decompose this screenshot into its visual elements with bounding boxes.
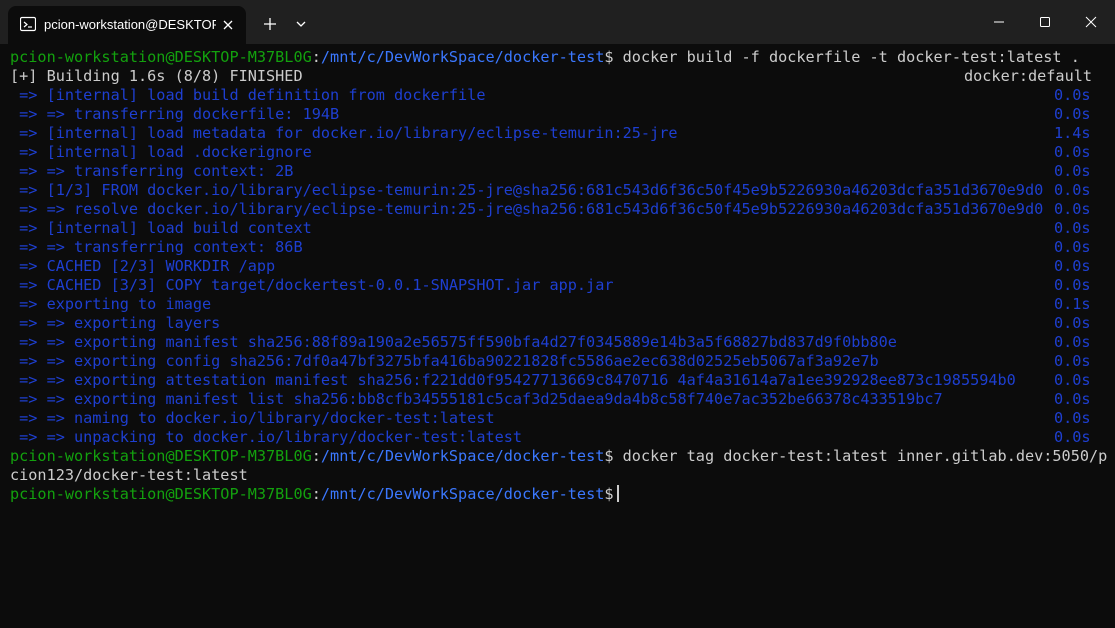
build-step-line: => [internal] load metadata for docker.i… — [10, 124, 1090, 143]
plus-icon[interactable] — [258, 12, 282, 36]
build-step-time: 0.0s — [1054, 352, 1091, 370]
prompt-separator: : — [311, 447, 321, 465]
build-step-time: 1.4s — [1054, 124, 1091, 142]
prompt-symbol: $ — [604, 485, 614, 503]
title-bar: pcion-workstation@DESKTOP- — [0, 0, 1115, 44]
build-status: [+] Building 1.6s (8/8) FINISHED — [10, 67, 303, 85]
build-step-time: 0.0s — [1054, 409, 1091, 427]
build-step-line: => [internal] load build context 0.0s — [10, 219, 1090, 238]
build-context: docker:default — [964, 67, 1093, 85]
build-step-text: => [1/3] FROM docker.io/library/eclipse-… — [10, 181, 1044, 199]
build-step-text: => [internal] load build definition from… — [10, 86, 486, 104]
build-step-line: => => naming to docker.io/library/docker… — [10, 409, 1090, 428]
build-step-text: => exporting to image — [10, 295, 212, 313]
build-step-time: 0.0s — [1054, 105, 1091, 123]
tab-terminal[interactable]: pcion-workstation@DESKTOP- — [8, 6, 246, 44]
build-step-time: 0.0s — [1054, 333, 1091, 351]
build-step-line: => => transferring dockerfile: 194B 0.0s — [10, 105, 1090, 124]
maximize-icon[interactable] — [1022, 6, 1068, 38]
terminal-output[interactable]: pcion-workstation@DESKTOP-M37BL0G:/mnt/c… — [0, 44, 1115, 628]
prompt-separator: : — [311, 485, 321, 503]
prompt-separator: : — [311, 48, 321, 66]
build-step-line: => => exporting attestation manifest sha… — [10, 371, 1090, 390]
build-step-time: 0.0s — [1054, 162, 1091, 180]
prompt-symbol: $ — [604, 48, 614, 66]
close-tab-icon[interactable] — [220, 17, 236, 33]
minimize-icon[interactable] — [976, 6, 1022, 38]
build-step-time: 0.0s — [1054, 86, 1091, 104]
text-cursor — [616, 485, 619, 502]
build-step-time: 0.0s — [1054, 200, 1091, 218]
build-step-time: 0.0s — [1054, 219, 1091, 237]
build-step-text: => => exporting manifest sha256:88f89a19… — [10, 333, 897, 351]
build-step-line: => [1/3] FROM docker.io/library/eclipse-… — [10, 181, 1090, 200]
chevron-down-icon[interactable] — [290, 12, 312, 36]
build-step-time: 0.0s — [1054, 257, 1091, 275]
build-step-time: 0.0s — [1054, 276, 1091, 294]
prompt-line: pcion-workstation@DESKTOP-M37BL0G:/mnt/c… — [10, 48, 1080, 67]
build-step-text: => => exporting layers — [10, 314, 221, 332]
build-step-line: => exporting to image 0.1s — [10, 295, 1090, 314]
prompt-path: /mnt/c/DevWorkSpace/docker-test — [320, 485, 605, 503]
build-step-time: 0.0s — [1054, 143, 1091, 161]
build-header: [+] Building 1.6s (8/8) FINISHED docker:d… — [10, 67, 1093, 86]
build-step-line: => => exporting manifest sha256:88f89a19… — [10, 333, 1090, 352]
build-step-text: => => transferring dockerfile: 194B — [10, 105, 340, 123]
build-step-text: => => exporting manifest list sha256:bb8… — [10, 390, 943, 408]
build-step-time: 0.0s — [1054, 314, 1091, 332]
build-step-text: => => exporting attestation manifest sha… — [10, 371, 1016, 389]
prompt-line: pcion-workstation@DESKTOP-M37BL0G:/mnt/c… — [10, 485, 619, 504]
prompt-user: pcion-workstation@DESKTOP-M37BL0G — [10, 48, 312, 66]
build-step-time: 0.0s — [1054, 390, 1091, 408]
command-text: docker tag docker-test:latest inner.gitl… — [613, 447, 1108, 465]
build-step-text: => [internal] load build context — [10, 219, 312, 237]
build-step-line: => => exporting manifest list sha256:bb8… — [10, 390, 1090, 409]
build-step-text: => => transferring context: 2B — [10, 162, 294, 180]
tab-title: pcion-workstation@DESKTOP- — [44, 17, 216, 32]
build-step-line: => => exporting config sha256:7df0a47bf3… — [10, 352, 1090, 371]
build-step-text: => => transferring context: 86B — [10, 238, 303, 256]
build-step-line: => CACHED [2/3] WORKDIR /app 0.0s — [10, 257, 1090, 276]
build-step-text: => => resolve docker.io/library/eclipse-… — [10, 200, 1044, 218]
build-step-line: => => exporting layers 0.0s — [10, 314, 1090, 333]
command-text: docker build -f dockerfile -t docker-tes… — [613, 48, 1080, 66]
prompt-path: /mnt/c/DevWorkSpace/docker-test — [320, 447, 605, 465]
build-step-time: 0.0s — [1054, 428, 1091, 446]
build-step-time: 0.1s — [1054, 295, 1091, 313]
terminal-icon — [20, 16, 36, 32]
build-step-time: 0.0s — [1054, 238, 1091, 256]
build-step-text: => CACHED [2/3] WORKDIR /app — [10, 257, 276, 275]
prompt-line: pcion-workstation@DESKTOP-M37BL0G:/mnt/c… — [10, 447, 1107, 466]
build-step-line: => [internal] load .dockerignore 0.0s — [10, 143, 1090, 162]
build-step-text: => CACHED [3/3] COPY target/dockertest-0… — [10, 276, 614, 294]
close-icon[interactable] — [1068, 6, 1114, 38]
build-step-text: => [internal] load metadata for docker.i… — [10, 124, 678, 142]
build-step-text: => => exporting config sha256:7df0a47bf3… — [10, 352, 879, 370]
build-step-time: 0.0s — [1054, 181, 1091, 199]
build-step-text: => [internal] load .dockerignore — [10, 143, 312, 161]
build-step-line: => => transferring context: 2B 0.0s — [10, 162, 1090, 181]
prompt-user: pcion-workstation@DESKTOP-M37BL0G — [10, 447, 312, 465]
build-step-time: 0.0s — [1054, 371, 1091, 389]
build-step-line: => => resolve docker.io/library/eclipse-… — [10, 200, 1090, 219]
command-continuation: cion123/docker-test:latest — [10, 466, 248, 485]
build-step-line: => => transferring context: 86B 0.0s — [10, 238, 1090, 257]
command-text: cion123/docker-test:latest — [10, 466, 248, 484]
prompt-user: pcion-workstation@DESKTOP-M37BL0G — [10, 485, 312, 503]
build-step-text: => => naming to docker.io/library/docker… — [10, 409, 495, 427]
prompt-symbol: $ — [604, 447, 614, 465]
build-step-line: => [internal] load build definition from… — [10, 86, 1090, 105]
build-step-line: => => unpacking to docker.io/library/doc… — [10, 428, 1090, 447]
build-step-text: => => unpacking to docker.io/library/doc… — [10, 428, 523, 446]
prompt-path: /mnt/c/DevWorkSpace/docker-test — [320, 48, 605, 66]
build-step-line: => CACHED [3/3] COPY target/dockertest-0… — [10, 276, 1090, 295]
